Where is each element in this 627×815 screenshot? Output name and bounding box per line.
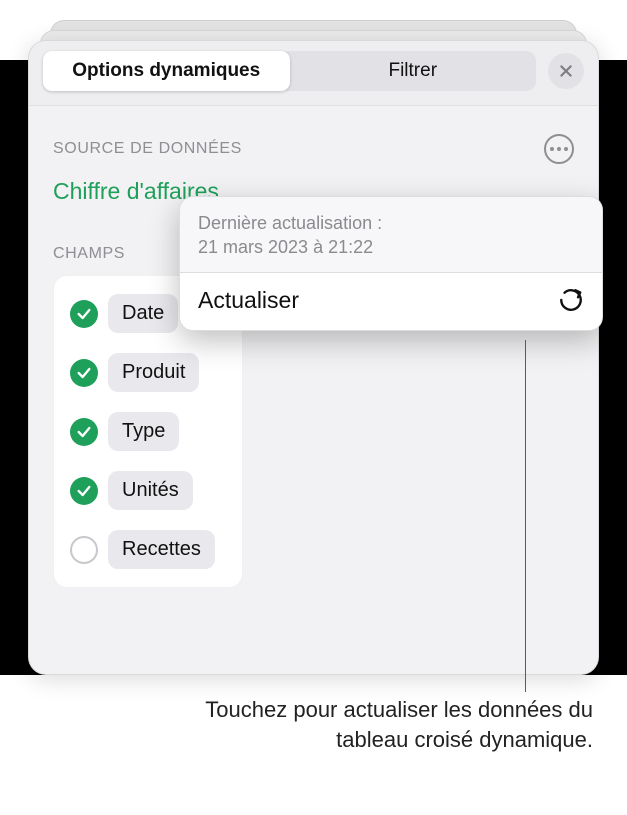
tab-filter[interactable]: Filtrer bbox=[290, 51, 537, 91]
field-checkbox[interactable] bbox=[70, 477, 98, 505]
field-chip[interactable]: Type bbox=[108, 412, 179, 451]
refresh-icon bbox=[558, 287, 584, 313]
close-icon bbox=[558, 63, 574, 79]
segmented-control: Options dynamiques Filtrer bbox=[43, 51, 536, 91]
field-checkbox[interactable] bbox=[70, 359, 98, 387]
field-checkbox[interactable] bbox=[70, 418, 98, 446]
callout-text: Touchez pour actualiser les données du t… bbox=[160, 695, 593, 754]
refresh-button[interactable]: Actualiser bbox=[180, 273, 602, 330]
panel-header: Options dynamiques Filtrer bbox=[29, 41, 598, 106]
checkmark-icon bbox=[76, 365, 92, 381]
field-row: Recettes bbox=[66, 520, 230, 579]
data-source-more-button[interactable] bbox=[544, 134, 574, 164]
close-button[interactable] bbox=[548, 53, 584, 89]
field-row: Type bbox=[66, 402, 230, 461]
data-source-title: SOURCE DE DONNÉES bbox=[53, 140, 242, 158]
field-chip[interactable]: Produit bbox=[108, 353, 199, 392]
tab-dynamic-options[interactable]: Options dynamiques bbox=[43, 51, 290, 91]
ellipsis-icon bbox=[550, 147, 568, 151]
checkmark-icon bbox=[76, 483, 92, 499]
pivot-options-panel: Options dynamiques Filtrer SOURCE DE DON… bbox=[28, 40, 599, 675]
field-checkbox[interactable] bbox=[70, 300, 98, 328]
field-chip[interactable]: Recettes bbox=[108, 530, 215, 569]
field-chip[interactable]: Date bbox=[108, 294, 178, 333]
field-row: Produit bbox=[66, 343, 230, 402]
refresh-popover: Dernière actualisation : 21 mars 2023 à … bbox=[179, 196, 603, 331]
field-chip[interactable]: Unités bbox=[108, 471, 193, 510]
checkmark-icon bbox=[76, 306, 92, 322]
checkmark-icon bbox=[76, 424, 92, 440]
last-updated: Dernière actualisation : 21 mars 2023 à … bbox=[180, 197, 602, 273]
refresh-label: Actualiser bbox=[198, 287, 299, 314]
field-checkbox[interactable] bbox=[70, 536, 98, 564]
callout-leader-line bbox=[525, 340, 526, 692]
last-updated-value: 21 mars 2023 à 21:22 bbox=[198, 235, 584, 259]
last-updated-label: Dernière actualisation : bbox=[198, 211, 584, 235]
field-row: Unités bbox=[66, 461, 230, 520]
